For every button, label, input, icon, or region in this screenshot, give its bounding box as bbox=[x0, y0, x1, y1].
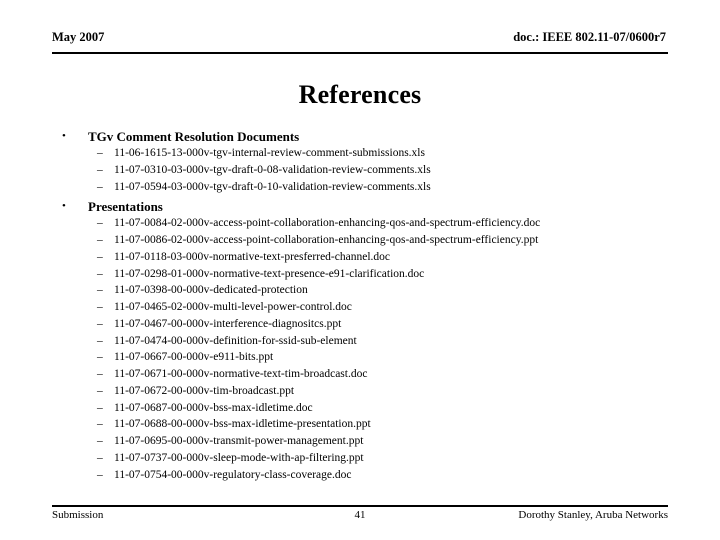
dash-bullet-icon: – bbox=[97, 468, 103, 481]
dash-bullet-icon: – bbox=[97, 163, 103, 176]
reference-item-label: 11-07-0398-00-000v-dedicated-protection bbox=[114, 284, 308, 297]
reference-item: –11-06-1615-13-000v-tgv-internal-review-… bbox=[0, 145, 720, 162]
reference-item: –11-07-0688-00-000v-bss-max-idletime-pre… bbox=[0, 416, 720, 433]
reference-item: –11-07-0672-00-000v-tim-broadcast.ppt bbox=[0, 383, 720, 400]
header-document-id: doc.: IEEE 802.11-07/0600r7 bbox=[513, 30, 666, 44]
reference-item: –11-07-0310-03-000v-tgv-draft-0-08-valid… bbox=[0, 162, 720, 179]
section-heading: • Presentations bbox=[0, 198, 720, 215]
reference-item: –11-07-0754-00-000v-regulatory-class-cov… bbox=[0, 467, 720, 484]
slide-header: May 2007 doc.: IEEE 802.11-07/0600r7 bbox=[52, 30, 668, 54]
section-heading: • TGv Comment Resolution Documents bbox=[0, 128, 720, 145]
slide: May 2007 doc.: IEEE 802.11-07/0600r7 Ref… bbox=[0, 0, 720, 540]
reference-item-label: 11-07-0688-00-000v-bss-max-idletime-pres… bbox=[114, 418, 371, 431]
dash-bullet-icon: – bbox=[97, 301, 103, 313]
dash-bullet-icon: – bbox=[97, 284, 103, 297]
dash-bullet-icon: – bbox=[97, 418, 103, 431]
reference-list: • TGv Comment Resolution Documents –11-06-… bbox=[0, 128, 720, 483]
dash-bullet-icon: – bbox=[97, 234, 103, 246]
bullet-icon: • bbox=[62, 130, 66, 142]
reference-item: –11-07-0594-03-000v-tgv-draft-0-10-valid… bbox=[0, 179, 720, 196]
reference-item-label: 11-07-0671-00-000v-normative-text-tim-br… bbox=[114, 368, 368, 380]
dash-bullet-icon: – bbox=[97, 180, 103, 193]
reference-item: –11-07-0687-00-000v-bss-max-idletime.doc bbox=[0, 400, 720, 417]
dash-bullet-icon: – bbox=[97, 334, 103, 347]
reference-item-label: 11-06-1615-13-000v-tgv-internal-review-c… bbox=[114, 147, 425, 159]
dash-bullet-icon: – bbox=[97, 451, 103, 464]
reference-item: –11-07-0465-02-000v-multi-level-power-co… bbox=[0, 299, 720, 316]
reference-item-label: 11-07-0687-00-000v-bss-max-idletime.doc bbox=[114, 401, 313, 414]
reference-item: –11-07-0086-02-000v-access-point-collabo… bbox=[0, 232, 720, 249]
dash-bullet-icon: – bbox=[97, 147, 103, 159]
reference-item-label: 11-07-0084-02-000v-access-point-collabor… bbox=[114, 217, 541, 230]
section-heading-label: TGv Comment Resolution Documents bbox=[88, 129, 300, 144]
reference-item: –11-07-0474-00-000v-definition-for-ssid-… bbox=[0, 333, 720, 350]
footer-author: Dorothy Stanley, Aruba Networks bbox=[518, 509, 668, 521]
footer-submission-label: Submission bbox=[52, 509, 104, 521]
reference-item: –11-07-0298-01-000v-normative-text-prese… bbox=[0, 266, 720, 283]
reference-item-label: 11-07-0695-00-000v-transmit-power-manage… bbox=[114, 435, 364, 447]
dash-bullet-icon: – bbox=[97, 368, 103, 380]
reference-item: –11-07-0671-00-000v-normative-text-tim-b… bbox=[0, 366, 720, 383]
dash-bullet-icon: – bbox=[97, 401, 103, 414]
dash-bullet-icon: – bbox=[97, 250, 103, 263]
reference-item: –11-07-0118-03-000v-normative-text-presf… bbox=[0, 249, 720, 266]
reference-item: –11-07-0398-00-000v-dedicated-protection bbox=[0, 282, 720, 299]
dash-bullet-icon: – bbox=[97, 435, 103, 447]
reference-item-label: 11-07-0754-00-000v-regulatory-class-cove… bbox=[114, 468, 352, 481]
bullet-icon: • bbox=[62, 200, 66, 213]
dash-bullet-icon: – bbox=[97, 384, 103, 397]
reference-item-label: 11-07-0298-01-000v-normative-text-presen… bbox=[114, 267, 425, 280]
header-date: May 2007 bbox=[52, 30, 105, 44]
section-heading-label: Presentations bbox=[88, 199, 163, 215]
reference-item-label: 11-07-0465-02-000v-multi-level-power-con… bbox=[114, 301, 352, 313]
reference-item-label: 11-07-0594-03-000v-tgv-draft-0-10-valida… bbox=[114, 180, 431, 193]
reference-item: –11-07-0737-00-000v-sleep-mode-with-ap-f… bbox=[0, 450, 720, 467]
reference-item: –11-07-0084-02-000v-access-point-collabo… bbox=[0, 215, 720, 232]
reference-item-label: 11-07-0737-00-000v-sleep-mode-with-ap-fi… bbox=[114, 451, 364, 464]
reference-item-label: 11-07-0118-03-000v-normative-text-presfe… bbox=[114, 250, 390, 263]
slide-footer: 41 Submission Dorothy Stanley, Aruba Net… bbox=[52, 505, 668, 525]
reference-item-label: 11-07-0467-00-000v-interference-diagnosi… bbox=[114, 317, 342, 330]
reference-item-label: 11-07-0086-02-000v-access-point-collabor… bbox=[114, 234, 539, 246]
reference-item: –11-07-0467-00-000v-interference-diagnos… bbox=[0, 316, 720, 333]
dash-bullet-icon: – bbox=[97, 267, 103, 280]
dash-bullet-icon: – bbox=[97, 317, 103, 330]
reference-item-label: 11-07-0310-03-000v-tgv-draft-0-08-valida… bbox=[114, 163, 431, 176]
reference-item: –11-07-0667-00-000v-e911-bits.ppt bbox=[0, 349, 720, 366]
reference-item-label: 11-07-0672-00-000v-tim-broadcast.ppt bbox=[114, 384, 295, 397]
dash-bullet-icon: – bbox=[97, 217, 103, 230]
reference-item-label: 11-07-0667-00-000v-e911-bits.ppt bbox=[114, 351, 274, 364]
reference-item: –11-07-0695-00-000v-transmit-power-manag… bbox=[0, 433, 720, 450]
reference-item-label: 11-07-0474-00-000v-definition-for-ssid-s… bbox=[114, 334, 357, 347]
page-title: References bbox=[298, 80, 422, 109]
dash-bullet-icon: – bbox=[97, 351, 103, 364]
